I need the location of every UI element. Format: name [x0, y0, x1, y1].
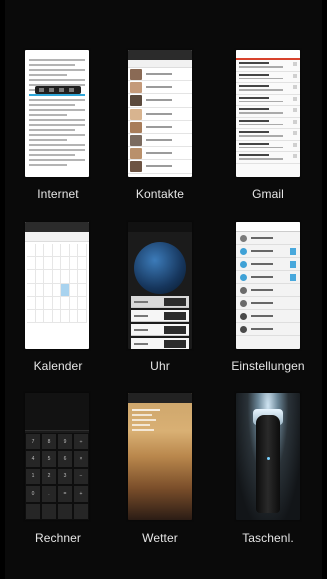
flashlight-indicator-icon: [267, 457, 270, 460]
app-card-uhr[interactable]: [128, 222, 192, 349]
app-card-gmail[interactable]: [236, 50, 300, 177]
app-card-rechner[interactable]: 7 8 9 ÷ 4 5 6 × 1 2 3− 0. = +: [25, 393, 89, 520]
app-label-taschenlampe: Taschenl.: [242, 531, 294, 545]
calendar-grid: [27, 244, 87, 323]
app-card-wetter[interactable]: [128, 393, 192, 520]
app-label-gmail: Gmail: [252, 187, 284, 201]
app-card-kontakte[interactable]: [128, 50, 192, 177]
right-edge: [322, 0, 327, 579]
app-label-rechner: Rechner: [34, 531, 82, 545]
world-globe-image: [134, 242, 186, 294]
text-selection-toolbar: [35, 86, 81, 94]
app-label-kalender: Kalender: [33, 359, 83, 373]
app-label-einstellungen: Einstellungen: [231, 359, 305, 373]
left-edge: [0, 0, 5, 579]
flashlight-icon: [256, 415, 280, 513]
app-label-uhr: Uhr: [150, 359, 170, 373]
app-card-kalender[interactable]: [25, 222, 89, 349]
app-label-internet: Internet: [37, 187, 79, 201]
app-card-einstellungen[interactable]: [236, 222, 300, 349]
recent-apps-screen: Internet Kontakte Gmail Kalender Uhr Ein…: [0, 0, 327, 579]
app-label-kontakte: Kontakte: [135, 187, 185, 201]
calculator-keypad: 7 8 9 ÷ 4 5 6 × 1 2 3− 0. = +: [25, 433, 89, 520]
app-label-wetter: Wetter: [142, 531, 178, 545]
app-card-internet[interactable]: [25, 50, 89, 177]
app-card-taschenlampe[interactable]: [236, 393, 300, 520]
